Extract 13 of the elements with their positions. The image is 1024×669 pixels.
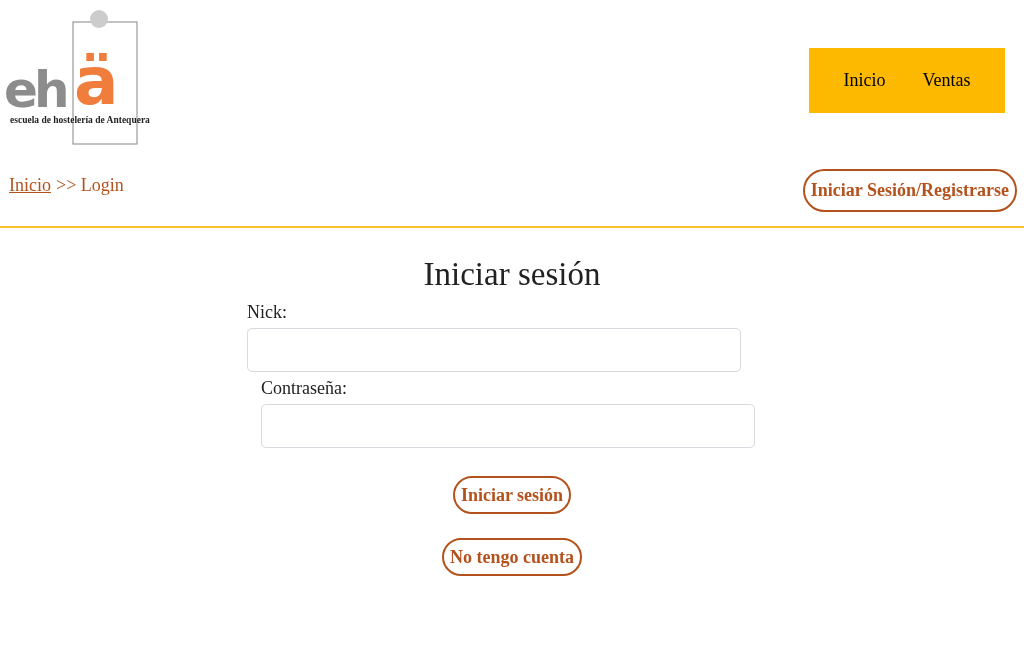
nav-link[interactable]: Inicio (843, 67, 886, 94)
logo: eh ä escuela de hostelería de Antequera (4, 9, 170, 146)
no-account-button[interactable]: No tengo cuenta (442, 538, 582, 576)
breadcrumb-current: >> Login (56, 174, 124, 197)
field-label: Nick: (247, 301, 288, 323)
page-title: Iniciar sesión (422, 255, 602, 294)
breadcrumb-link[interactable]: Inicio (9, 172, 51, 199)
login-button[interactable]: Iniciar sesión (452, 476, 572, 514)
login-register-button[interactable]: Iniciar Sesión/Registrarse (802, 169, 1017, 212)
input-field[interactable] (261, 404, 755, 448)
input-field[interactable] (247, 328, 741, 372)
field-label: Contraseña: (261, 377, 348, 399)
nav-link[interactable]: Ventas (922, 67, 971, 94)
